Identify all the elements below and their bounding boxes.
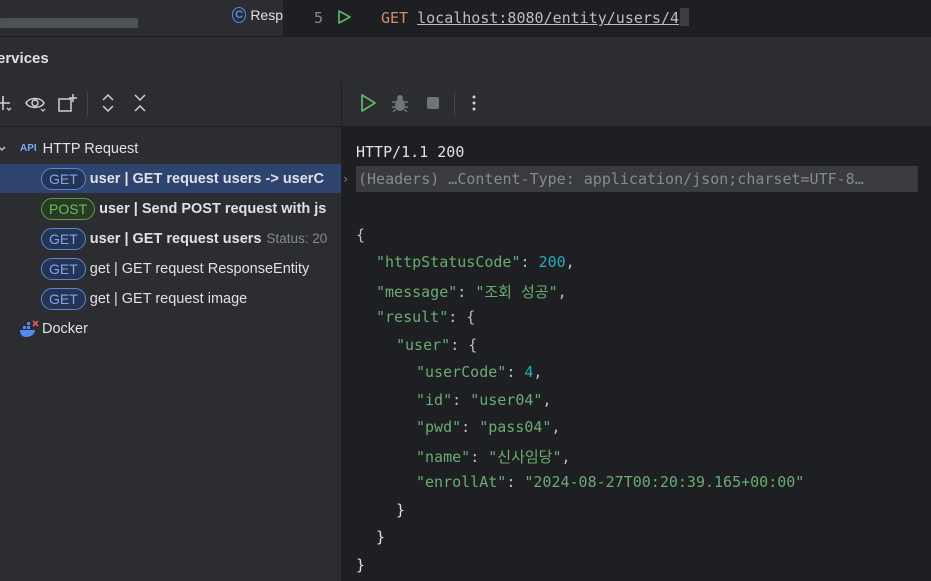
json-key: "id" [416, 391, 453, 409]
editor-tab[interactable]: C Resp [232, 7, 283, 23]
line-number: 5 [314, 9, 324, 27]
json-line: "id": "user04", [416, 391, 552, 409]
class-icon: C [232, 7, 247, 23]
editor-tab-label: Resp [250, 7, 283, 23]
tree-item-request[interactable]: GET user | GET request users -> userC [0, 164, 341, 193]
tree-node-label: Docker [42, 320, 88, 337]
json-line: "name": "신사임당", [416, 448, 571, 466]
tree-node-http-request[interactable]: API HTTP Request [0, 134, 341, 163]
view-options-eye-icon[interactable] [24, 92, 46, 114]
services-tool-window-header: ervices [0, 36, 931, 82]
json-string: "pass04" [479, 418, 552, 436]
tree-item-request[interactable]: POST user | Send POST request with js [0, 194, 341, 223]
response-toolbar [342, 82, 931, 127]
json-string: "2024-08-27T00:20:39.165+00:00" [524, 473, 805, 491]
run-request-gutter-icon[interactable] [336, 9, 352, 25]
json-key: "result" [376, 308, 449, 326]
json-key: "userCode" [416, 363, 507, 381]
request-url[interactable]: localhost:8080/entity/users/4 [417, 9, 679, 27]
method-badge: GET [41, 287, 86, 310]
json-line: "result": { [376, 308, 476, 326]
response-headers-collapsed[interactable]: (Headers) …Content-Type: application/jso… [356, 166, 918, 192]
json-line: "pwd": "pass04", [416, 418, 561, 436]
new-group-icon[interactable] [56, 92, 78, 114]
api-icon: API [20, 143, 37, 154]
request-label: user | GET request users -> userC [89, 170, 324, 187]
json-key: "user" [396, 336, 451, 354]
request-label: get | GET request image [89, 290, 248, 307]
method-badge: GET [41, 257, 86, 280]
debug-bug-icon[interactable] [389, 92, 411, 114]
more-options-icon[interactable] [463, 92, 485, 114]
json-line: "userCode": 4, [416, 363, 543, 381]
json-key: "httpStatusCode" [376, 253, 521, 271]
toolbar-separator [87, 92, 88, 116]
tree-item-request[interactable]: GET user | GET request users Status: 20 [0, 224, 341, 253]
services-tree-panel: API HTTP Request GET user | GET request … [0, 82, 342, 581]
toolbar-separator [454, 92, 455, 116]
services-title: ervices [0, 50, 49, 67]
http-editor[interactable]: 5 GET localhost:8080/entity/users/4 [284, 0, 931, 36]
json-string: "신사임당" [488, 448, 562, 466]
request-status: Status: 20 [266, 231, 328, 246]
json-key: "enrollAt" [416, 473, 507, 491]
collapse-all-icon[interactable] [129, 92, 151, 114]
json-key: "name" [416, 448, 471, 466]
json-key: "pwd" [416, 418, 462, 436]
response-status-line: HTTP/1.1 200 [356, 143, 465, 161]
json-key: "message" [376, 283, 458, 301]
tree-item-request[interactable]: GET get | GET request ResponseEntity [0, 254, 341, 283]
json-brace: } [396, 501, 406, 519]
json-line: "user": { [396, 336, 478, 354]
json-number: 200 [538, 253, 566, 271]
request-label: user | Send POST request with js [99, 200, 327, 217]
chevron-right-icon[interactable]: › [342, 172, 349, 186]
json-brace: } [376, 528, 386, 546]
request-label: get | GET request ResponseEntity [89, 260, 310, 277]
request-label: user | GET request users [89, 230, 262, 247]
request-method: GET [381, 9, 409, 27]
json-string: "user04" [470, 391, 543, 409]
json-line: "enrollAt": "2024-08-27T00:20:39.165+00:… [416, 473, 805, 491]
chevron-down-icon[interactable] [0, 145, 6, 153]
request-line[interactable]: GET localhost:8080/entity/users/4 [381, 8, 690, 27]
json-brace: } [356, 556, 366, 574]
json-line: { [356, 226, 365, 244]
expand-all-icon[interactable] [97, 92, 119, 114]
editor-strip: C Resp 5 GET localhost:8080/entity/users… [0, 0, 931, 36]
add-service-icon[interactable] [0, 92, 14, 114]
tree-node-label: HTTP Request [42, 140, 139, 157]
method-badge: GET [41, 227, 86, 250]
json-line: "httpStatusCode": 200, [376, 253, 575, 271]
stop-icon[interactable] [422, 92, 444, 114]
run-icon[interactable] [357, 92, 379, 114]
json-brace: { [356, 226, 366, 244]
method-badge: POST [41, 197, 96, 220]
docker-icon [20, 319, 39, 337]
json-line: "message": "조회 성공", [376, 283, 567, 301]
tab-scrollbar[interactable] [0, 18, 138, 28]
tree-item-request[interactable]: GET get | GET request image [0, 284, 341, 313]
text-caret [680, 8, 690, 26]
services-toolbar [0, 82, 341, 127]
method-badge: GET [41, 167, 86, 190]
json-string: "조회 성공" [475, 283, 558, 301]
response-panel: HTTP/1.1 200 › (Headers) …Content-Type: … [342, 82, 931, 581]
editor-tab-area: C Resp [0, 0, 283, 36]
tree-node-docker[interactable]: Docker [0, 314, 341, 343]
